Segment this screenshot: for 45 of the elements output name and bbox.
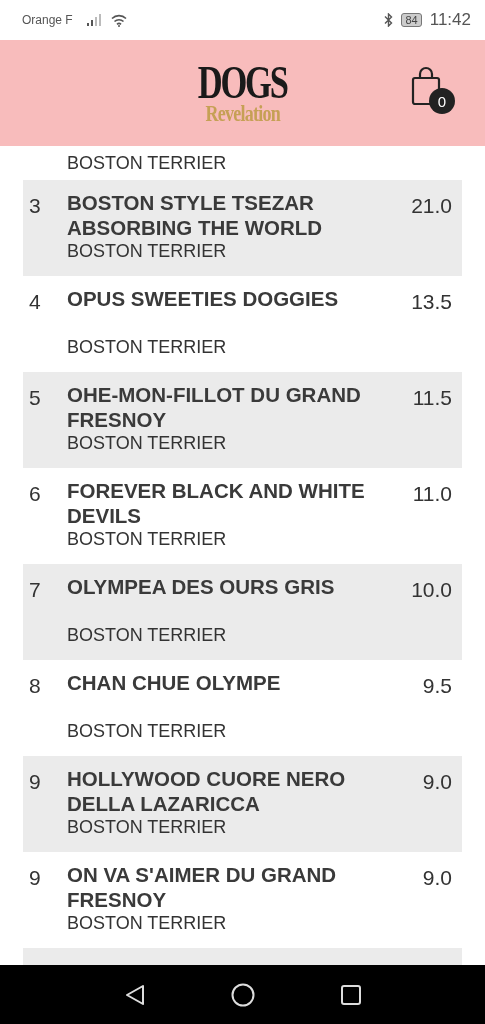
rank-number: 6 bbox=[29, 481, 42, 506]
breed-label: BOSTON TERRIER bbox=[67, 816, 228, 838]
carrier-name: Orange F bbox=[22, 13, 73, 27]
dog-name: OHE-MON-FILLOT DU GRAND FRESNOY bbox=[67, 382, 362, 432]
breed-label: BOSTON TERRIER bbox=[67, 528, 228, 550]
rank-number: 3 bbox=[29, 193, 42, 218]
wifi-icon bbox=[110, 13, 127, 27]
rank-number: 5 bbox=[29, 385, 42, 410]
score-value: 13.5 bbox=[411, 289, 452, 314]
breed-label: BOSTON TERRIER bbox=[67, 912, 228, 934]
home-icon[interactable] bbox=[230, 982, 255, 1007]
breed-label: BOSTON TERRIER bbox=[67, 152, 227, 174]
score-value: 10.0 bbox=[411, 577, 452, 602]
dog-name: ON VA S'AIMER DU GRAND FRESNOY bbox=[67, 862, 338, 912]
signal-icon bbox=[86, 14, 103, 26]
rank-number: 9 bbox=[29, 865, 42, 890]
dog-name: HOLLYWOOD CUORE NERO DELLA LAZARICCA bbox=[67, 766, 347, 816]
breed-label: BOSTON TERRIER bbox=[67, 624, 228, 646]
cart-button[interactable]: 0 bbox=[411, 66, 455, 114]
dog-name: CHAN CHUE OLYMPE bbox=[67, 670, 282, 696]
rank-number: 4 bbox=[29, 289, 42, 314]
dog-name: BOSTON STYLE TSEZAR ABSORBING THE WORLD bbox=[67, 190, 324, 240]
brand-logo[interactable]: DOGS Revelation bbox=[183, 61, 302, 125]
rank-number: 9 bbox=[29, 769, 42, 794]
bluetooth-icon bbox=[384, 13, 394, 27]
cart-count-badge: 0 bbox=[429, 88, 455, 114]
dog-name: OPUS SWEETIES DOGGIES bbox=[67, 286, 340, 312]
breed-label: BOSTON TERRIER bbox=[67, 336, 228, 358]
breed-label: BOSTON TERRIER bbox=[67, 720, 228, 742]
score-value: 9.5 bbox=[422, 673, 452, 698]
dog-name: OLYMPEA DES OURS GRIS bbox=[67, 574, 336, 600]
breed-label: BOSTON TERRIER bbox=[67, 240, 228, 262]
breed-label: BOSTON TERRIER bbox=[67, 432, 228, 454]
rank-number: 8 bbox=[29, 673, 42, 698]
back-icon[interactable] bbox=[124, 983, 145, 1006]
score-value: 9.0 bbox=[422, 769, 452, 794]
rank-number: 7 bbox=[29, 577, 42, 602]
clock-time: 11:42 bbox=[429, 10, 471, 30]
score-value: 9.0 bbox=[422, 865, 452, 890]
score-value: 21.0 bbox=[411, 193, 452, 218]
score-value: 11.0 bbox=[412, 481, 452, 506]
recents-icon[interactable] bbox=[340, 984, 361, 1005]
battery-indicator: 84 bbox=[401, 13, 422, 27]
dog-name: FOREVER BLACK AND WHITE DEVILS bbox=[67, 478, 366, 528]
score-value: 11.5 bbox=[412, 385, 452, 410]
